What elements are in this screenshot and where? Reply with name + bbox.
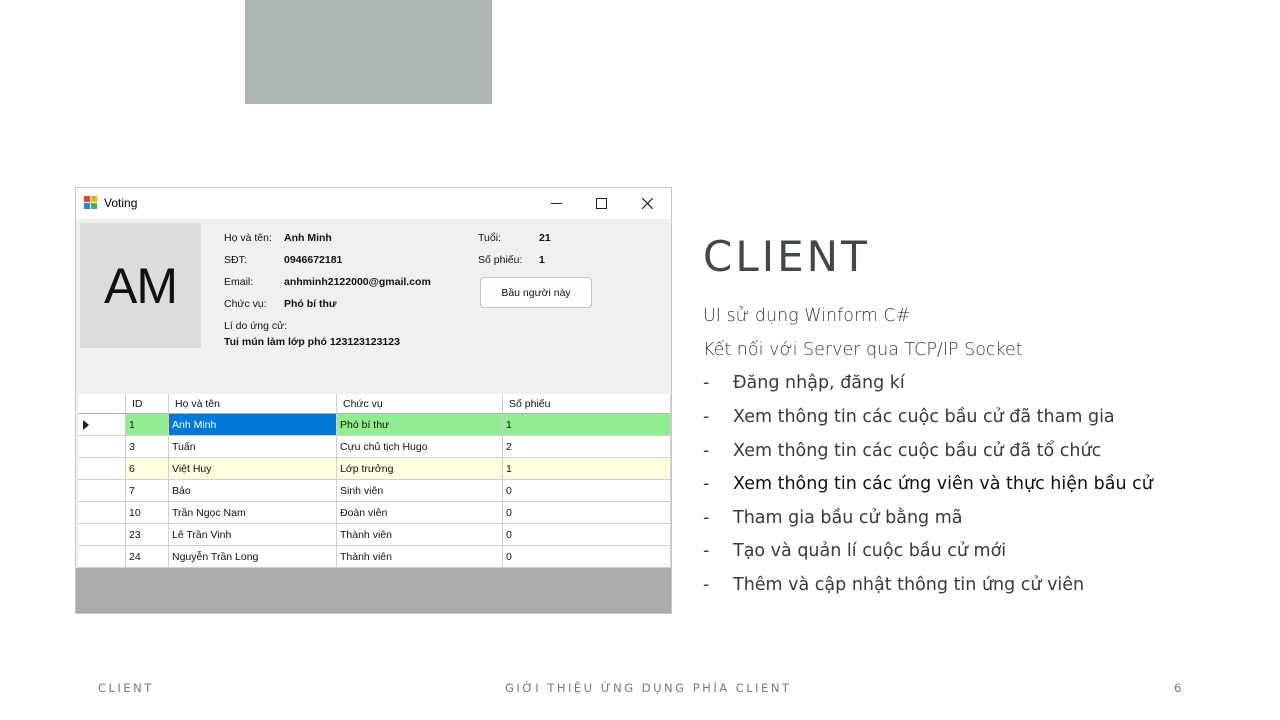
header-corner: [78, 394, 126, 414]
table-row[interactable]: 10 Trần Ngọc Nam Đoàn viên 0: [78, 502, 671, 524]
window-title: Voting: [104, 196, 138, 210]
phone-label: SĐT:: [224, 254, 247, 266]
close-button[interactable]: [624, 188, 670, 219]
row-header[interactable]: [78, 414, 126, 436]
cell-role[interactable]: Đoàn viên: [337, 502, 503, 524]
email-label: Email:: [224, 276, 254, 288]
bullet-marker: -: [703, 373, 710, 393]
cell-id[interactable]: 24: [126, 546, 169, 568]
position-label: Chức vụ:: [224, 298, 267, 310]
cell-votes[interactable]: 0: [503, 524, 671, 546]
cell-id[interactable]: 3: [126, 436, 169, 458]
row-header[interactable]: [78, 458, 126, 480]
maximize-button[interactable]: [578, 188, 624, 219]
feature-item: Xem thông tin các cuộc bầu cử đã tham gi…: [733, 407, 1115, 427]
col-header-role[interactable]: Chức vụ: [337, 394, 503, 414]
name-value: Anh Minh: [284, 232, 332, 244]
candidates-table: ID Họ và tên Chức vụ Số phiếu 1 Anh Minh Phó b…: [78, 394, 671, 568]
cell-name[interactable]: Lê Trần Vinh: [169, 524, 337, 546]
slide-title: CLIENT: [703, 232, 870, 281]
votes-label: Số phiếu:: [478, 254, 523, 266]
cell-name[interactable]: Việt Huy: [169, 458, 337, 480]
cell-votes[interactable]: 0: [503, 546, 671, 568]
age-label: Tuổi:: [478, 232, 501, 244]
cell-name[interactable]: Tuấn: [169, 436, 337, 458]
minimize-button[interactable]: [533, 188, 579, 219]
bullet-marker: -: [703, 508, 710, 528]
cell-role[interactable]: Thành viên: [337, 524, 503, 546]
close-icon: [641, 198, 653, 209]
decorative-block: [245, 0, 492, 104]
cell-votes[interactable]: 1: [503, 414, 671, 436]
feature-item: Đăng nhập, đăng kí: [733, 373, 905, 393]
intro-line-2: Kết nối với Server qua TCP/IP Socket: [703, 340, 1023, 360]
table-row[interactable]: 6 Việt Huy Lớp trưởng 1: [78, 458, 671, 480]
row-header[interactable]: [78, 480, 126, 502]
app-icon: [84, 196, 97, 209]
maximize-icon: [595, 198, 607, 209]
votes-value: 1: [539, 254, 545, 266]
cell-id[interactable]: 23: [126, 524, 169, 546]
cell-id[interactable]: 1: [126, 414, 169, 436]
cell-role[interactable]: Lớp trưởng: [337, 458, 503, 480]
table-row[interactable]: 23 Lê Trần Vinh Thành viên 0: [78, 524, 671, 546]
cell-role[interactable]: Sinh viên: [337, 480, 503, 502]
table-row[interactable]: 7 Bảo Sinh viên 0: [78, 480, 671, 502]
cell-name[interactable]: Nguyễn Trần Long: [169, 546, 337, 568]
feature-item: Xem thông tin các cuộc bầu cử đã tổ chức: [733, 441, 1102, 461]
cell-role[interactable]: Cựu chủ tịch Hugo: [337, 436, 503, 458]
cell-votes[interactable]: 0: [503, 502, 671, 524]
bullet-marker: -: [703, 407, 710, 427]
age-value: 21: [539, 232, 551, 244]
cell-role[interactable]: Phó bí thư: [337, 414, 503, 436]
cell-name[interactable]: Trần Ngọc Nam: [169, 502, 337, 524]
col-header-votes[interactable]: Số phiếu: [503, 394, 671, 414]
bullet-marker: -: [703, 575, 710, 595]
window-titlebar: Voting: [76, 188, 671, 219]
table-row[interactable]: 3 Tuấn Cựu chủ tịch Hugo 2: [78, 436, 671, 458]
col-header-name[interactable]: Họ và tên: [169, 394, 337, 414]
current-row-arrow-icon: [83, 420, 89, 430]
voting-window: Voting AM Họ và tên: Anh Minh SĐT: 09466…: [75, 187, 672, 614]
feature-item: Thêm và cập nhật thông tin ứng cử viên: [733, 575, 1085, 595]
table-row[interactable]: 24 Nguyễn Trần Long Thành viên 0: [78, 546, 671, 568]
table-row[interactable]: 1 Anh Minh Phó bí thư 1: [78, 414, 671, 436]
table-empty-area: [76, 568, 671, 613]
cell-votes[interactable]: 0: [503, 480, 671, 502]
col-header-id[interactable]: ID: [126, 394, 169, 414]
name-label: Họ và tên:: [224, 232, 272, 244]
vote-button[interactable]: Bầu người này: [480, 277, 592, 308]
cell-votes[interactable]: 1: [503, 458, 671, 480]
avatar: AM: [80, 223, 201, 348]
reason-label: Lí do ứng cử:: [224, 320, 288, 332]
feature-item: Xem thông tin các ứng viên và thực hiện …: [733, 474, 1153, 494]
cell-name[interactable]: Anh Minh: [169, 414, 337, 436]
phone-value: 0946672181: [284, 254, 343, 266]
row-header[interactable]: [78, 502, 126, 524]
cell-role[interactable]: Thành viên: [337, 546, 503, 568]
reason-value: Tui mún làm lớp phó 123123123123: [224, 336, 400, 348]
row-header[interactable]: [78, 436, 126, 458]
position-value: Phó bí thư: [284, 298, 337, 310]
feature-item: Tạo và quản lí cuộc bầu cử mới: [733, 541, 1007, 561]
bullet-marker: -: [703, 474, 710, 494]
cell-name[interactable]: Bảo: [169, 480, 337, 502]
minimize-icon: [550, 203, 562, 204]
cell-id[interactable]: 6: [126, 458, 169, 480]
feature-item: Tham gia bầu cử bằng mã: [733, 508, 963, 528]
page-number: 6: [1174, 681, 1184, 695]
email-value: anhminh2122000@gmail.com: [284, 276, 431, 288]
bullet-marker: -: [703, 541, 710, 561]
footer-center: GIỚI THIỆU ỨNG DỤNG PHÍA CLIENT: [505, 681, 792, 695]
cell-id[interactable]: 7: [126, 480, 169, 502]
cell-id[interactable]: 10: [126, 502, 169, 524]
intro-line-1: UI sử dụng Winform C#: [703, 306, 911, 326]
footer-left: CLIENT: [98, 681, 154, 695]
row-header[interactable]: [78, 524, 126, 546]
cell-votes[interactable]: 2: [503, 436, 671, 458]
row-header[interactable]: [78, 546, 126, 568]
bullet-marker: -: [703, 441, 710, 461]
